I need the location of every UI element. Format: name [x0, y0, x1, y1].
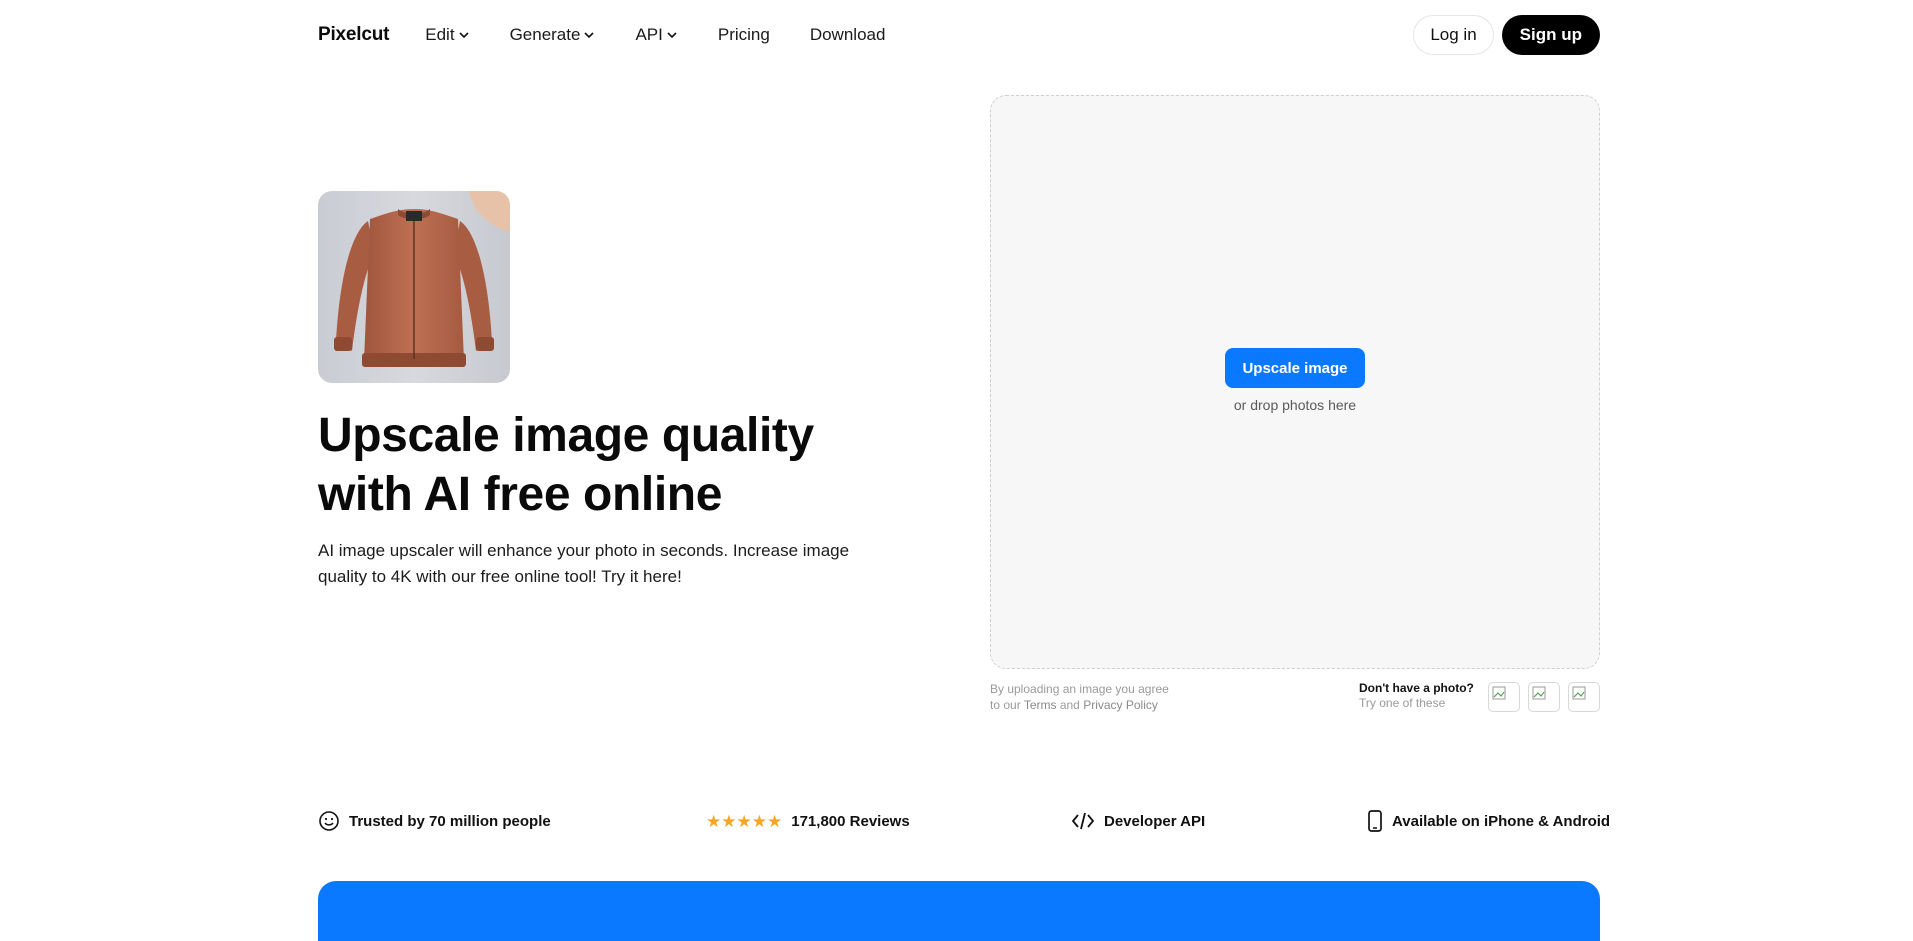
page-subtitle: AI image upscaler will enhance your phot… — [318, 541, 850, 586]
broken-image-icon — [1532, 686, 1546, 700]
nav-item-label: API — [635, 25, 663, 44]
trust-reviews[interactable]: ★ ★ ★ ★ ★ 171,800 Reviews — [706, 810, 910, 832]
legal-and: and — [1056, 698, 1084, 712]
upscale-image-button[interactable]: Upscale image — [1225, 348, 1365, 388]
nav-item-download[interactable]: Download — [810, 25, 886, 45]
mobile-apps-label: Available on iPhone & Android — [1392, 812, 1611, 830]
sample-photos-prompt: Don't have a photo? Try one of these — [1359, 681, 1489, 711]
legal-notice: By uploading an image you agree to our T… — [990, 681, 1230, 713]
broken-image-icon — [1492, 686, 1506, 700]
star-icon: ★ — [736, 811, 752, 831]
auth-buttons: Log in Sign up — [1413, 15, 1600, 55]
sample-photo-thumbnail[interactable] — [1568, 682, 1600, 712]
chevron-down-icon — [584, 32, 595, 39]
nav-item-generate[interactable]: Generate — [510, 25, 596, 45]
legal-line-1: By uploading an image you agree — [990, 682, 1169, 696]
trust-mobile[interactable]: Available on iPhone & Android — [1367, 810, 1610, 832]
top-nav: Pixelcut Edit Generate API Pricing Downl… — [318, 14, 1600, 56]
trust-people-label: Trusted by 70 million people — [349, 812, 551, 830]
smiley-icon — [319, 811, 339, 831]
chevron-down-icon — [458, 32, 469, 39]
code-icon — [1071, 812, 1095, 830]
sample-photo-thumbnail[interactable] — [1528, 682, 1560, 712]
star-icon: ★ — [721, 811, 737, 831]
star-icon: ★ — [706, 811, 722, 831]
chevron-down-icon — [667, 32, 677, 39]
privacy-policy-link[interactable]: Privacy Policy — [1083, 698, 1158, 712]
legal-prefix: to our — [990, 698, 1024, 712]
drop-hint: or drop photos here — [1233, 397, 1357, 413]
nav-item-label: Pricing — [717, 25, 770, 44]
reviews-count-label: 171,800 Reviews — [791, 812, 910, 830]
nav-item-label: Generate — [509, 25, 581, 44]
nav-item-label: Download — [809, 25, 886, 44]
jacket-illustration — [334, 191, 510, 367]
legal-line-2: to our Terms and Privacy Policy — [990, 697, 1230, 713]
terms-link[interactable]: Terms — [1024, 698, 1057, 712]
developer-api-label: Developer API — [1104, 812, 1206, 830]
rating-stars: ★ ★ ★ ★ ★ — [706, 813, 782, 830]
broken-image-icon — [1572, 686, 1586, 700]
smartphone-icon — [1368, 810, 1382, 832]
sample-question: Don't have a photo? — [1359, 681, 1474, 695]
star-icon: ★ — [751, 811, 767, 831]
signup-button[interactable]: Sign up — [1501, 15, 1600, 55]
nav-item-pricing[interactable]: Pricing — [718, 25, 770, 45]
sample-photo-thumbnail[interactable] — [1488, 682, 1520, 712]
feature-section-banner — [318, 881, 1600, 941]
hero-example-image — [318, 191, 510, 383]
page-title: Upscale image quality with AI free onlin… — [318, 409, 814, 521]
nav-item-label: Edit — [425, 25, 455, 44]
nav-item-edit[interactable]: Edit — [425, 25, 469, 45]
star-icon: ★ — [767, 811, 783, 831]
trust-api[interactable]: Developer API — [1071, 810, 1205, 832]
nav-item-api[interactable]: API — [635, 25, 677, 45]
login-button[interactable]: Log in — [1413, 15, 1494, 55]
logo[interactable]: Pixelcut — [318, 24, 389, 46]
sample-hint: Try one of these — [1359, 696, 1446, 710]
trust-people: Trusted by 70 million people — [318, 810, 551, 832]
